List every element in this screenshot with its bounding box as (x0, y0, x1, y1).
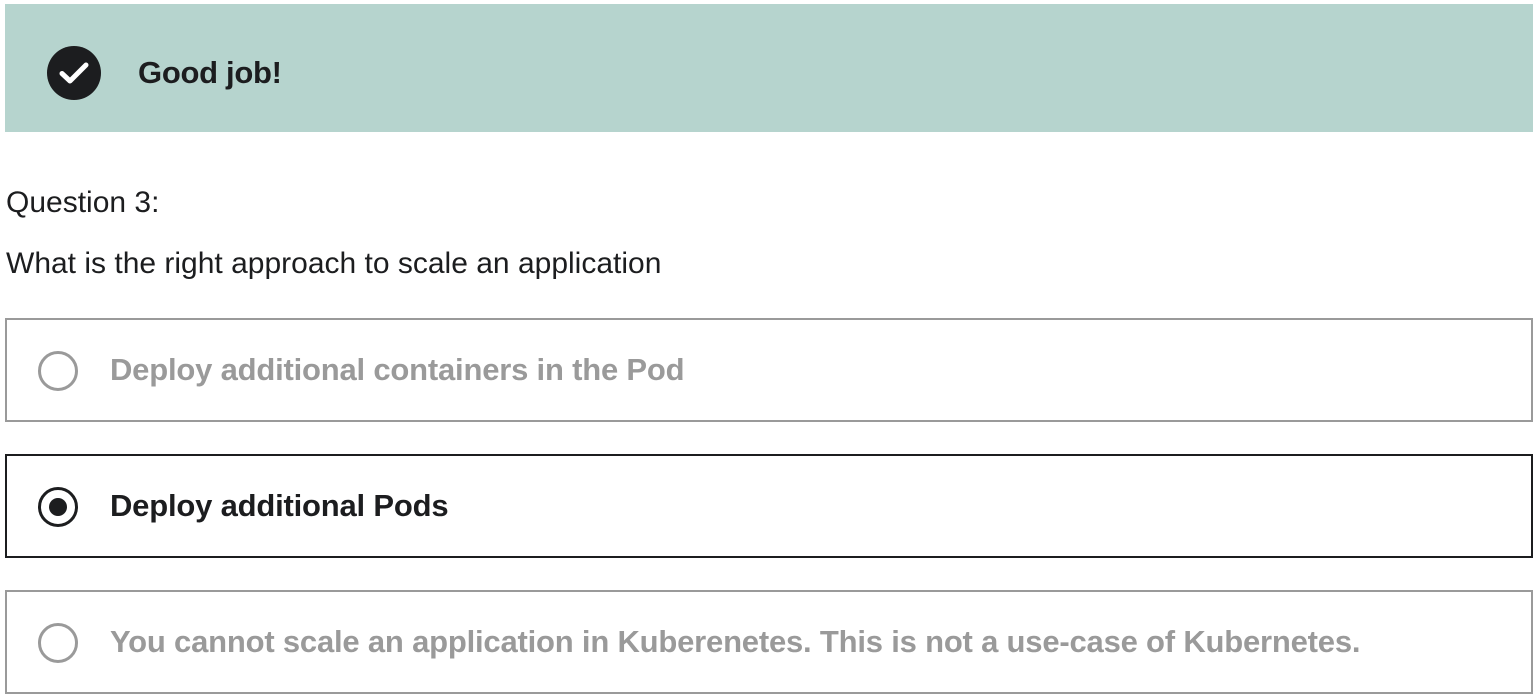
feedback-title: Good job! (138, 55, 282, 90)
quiz-page: Good job! Question 3: What is the right … (0, 0, 1537, 698)
question-text: What is the right approach to scale an a… (6, 247, 662, 280)
answer-option-selected[interactable]: Deploy additional Pods (5, 454, 1533, 558)
answer-option[interactable]: Deploy additional containers in the Pod (5, 318, 1533, 422)
answer-option-label: Deploy additional Pods (110, 488, 449, 523)
feedback-banner: Good job! (5, 4, 1533, 132)
check-circle-icon (47, 46, 101, 100)
answer-option-label: You cannot scale an application in Kuber… (110, 624, 1361, 659)
radio-button[interactable] (38, 351, 78, 391)
question-number: Question 3: (6, 186, 160, 219)
radio-button-checked[interactable] (38, 487, 78, 527)
answer-option-label: Deploy additional containers in the Pod (110, 352, 685, 387)
answer-option[interactable]: You cannot scale an application in Kuber… (5, 590, 1533, 694)
radio-button[interactable] (38, 623, 78, 663)
